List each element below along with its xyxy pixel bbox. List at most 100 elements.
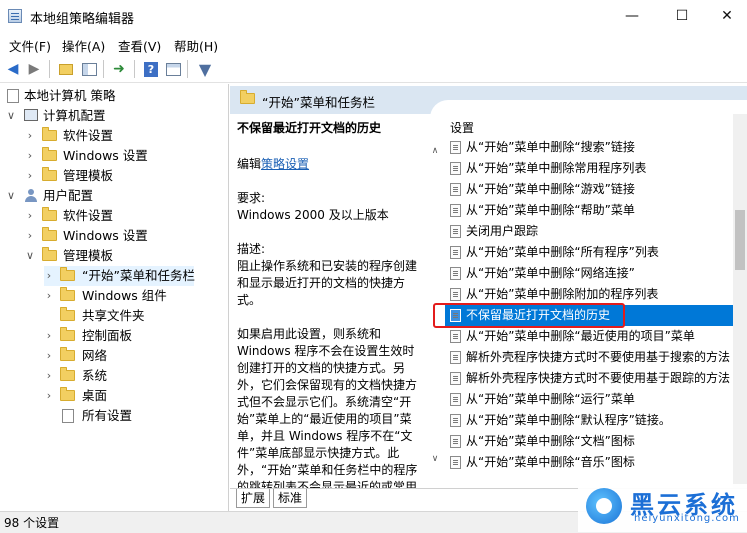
setting-row[interactable]: 从“开始”菜单中删除“网络连接”	[445, 263, 747, 284]
policy-document-icon	[7, 89, 19, 103]
tree-item-desktop[interactable]: › 桌面	[0, 386, 228, 406]
tree-item-all-settings[interactable]: 所有设置	[0, 406, 228, 426]
folder-icon	[60, 367, 75, 381]
tree-item-user-config[interactable]: ∨ 用户配置	[0, 186, 228, 206]
expand-chevron-icon[interactable]: ›	[25, 226, 35, 246]
back-icon[interactable]: ◀	[4, 60, 22, 78]
description-label: 描述:	[237, 242, 266, 256]
settings-scrollbar[interactable]	[733, 114, 747, 488]
tree-item-control-panel[interactable]: › 控制面板	[0, 326, 228, 346]
tab-extended[interactable]: 扩展	[236, 489, 271, 508]
tree-item-computer-config[interactable]: ∨ 计算机配置	[0, 106, 228, 126]
tab-standard[interactable]: 标准	[273, 489, 308, 508]
setting-label: 关闭用户跟踪	[466, 224, 539, 238]
scroll-up-icon[interactable]: ∧	[428, 146, 442, 156]
expand-chevron-icon[interactable]: ›	[44, 366, 54, 386]
expand-chevron-icon[interactable]: ›	[25, 206, 35, 226]
expand-chevron-icon[interactable]: ›	[44, 286, 54, 306]
setting-label: 从“开始”菜单中删除“默认程序”链接。	[466, 413, 671, 427]
tree-item-network[interactable]: › 网络	[0, 346, 228, 366]
policy-setting-icon	[450, 393, 461, 406]
tree-root[interactable]: 本地计算机 策略	[0, 86, 228, 106]
all-settings-icon	[62, 409, 74, 423]
expand-chevron-icon[interactable]: ›	[44, 326, 54, 346]
policy-setting-icon	[450, 246, 461, 259]
setting-row[interactable]: 从“开始”菜单中删除“文档”图标	[445, 431, 747, 452]
expand-chevron-icon[interactable]: ›	[25, 126, 35, 146]
tree-item-system[interactable]: › 系统	[0, 366, 228, 386]
tree-item-computer-windows[interactable]: › Windows 设置	[0, 146, 228, 166]
expand-chevron-icon[interactable]: ›	[25, 166, 35, 186]
menu-file[interactable]: 文件(F)	[9, 36, 51, 55]
close-button[interactable]: ✕	[704, 0, 747, 32]
setting-label: 从“开始”菜单中删除“网络连接”	[466, 266, 635, 280]
setting-row[interactable]: 从“开始”菜单中删除“帮助”菜单	[445, 200, 747, 221]
maximize-button[interactable]: ☐	[659, 0, 705, 32]
setting-row[interactable]: 从“开始”菜单中删除“默认程序”链接。	[445, 410, 747, 431]
description-text: 阻止操作系统和已安装的程序创建和显示最近打开的文档的快捷方式。	[237, 259, 418, 307]
settings-column-header[interactable]: 设置	[450, 119, 474, 136]
expand-chevron-icon[interactable]: ›	[25, 146, 35, 166]
setting-row[interactable]: 从“开始”菜单中删除“运行”菜单	[445, 389, 747, 410]
menu-view[interactable]: 查看(V)	[118, 36, 161, 55]
folder-icon	[42, 227, 57, 241]
settings-scrollbar-thumb[interactable]	[735, 210, 745, 270]
tree-item-user-windows[interactable]: › Windows 设置	[0, 226, 228, 246]
tree-item-computer-software[interactable]: › 软件设置	[0, 126, 228, 146]
folder-icon	[42, 207, 57, 221]
setting-row[interactable]: 从“开始”菜单中删除“最近使用的项目”菜单	[445, 326, 747, 347]
collapse-chevron-icon[interactable]: ∨	[25, 246, 35, 266]
toolbar-separator	[187, 60, 188, 78]
folder-icon	[60, 267, 75, 281]
setting-row[interactable]: 解析外壳程序快捷方式时不要使用基于跟踪的方法	[445, 368, 747, 389]
policy-setting-icon	[450, 225, 461, 238]
setting-row[interactable]: 从“开始”菜单中删除“游戏”链接	[445, 179, 747, 200]
tree-item-shared-folders[interactable]: 共享文件夹	[0, 306, 228, 326]
setting-row[interactable]: 从“开始”菜单中删除“所有程序”列表	[445, 242, 747, 263]
scroll-down-icon[interactable]: ∨	[428, 454, 442, 464]
expand-chevron-icon[interactable]: ›	[44, 266, 54, 286]
edit-policy-line: 编辑策略设置	[237, 157, 310, 171]
setting-label: 从“开始”菜单中删除“文档”图标	[466, 434, 635, 448]
filter-icon[interactable]: ▼	[196, 60, 214, 79]
expand-chevron-icon[interactable]: ›	[44, 386, 54, 406]
collapse-chevron-icon[interactable]: ∨	[6, 106, 16, 126]
folder-icon	[240, 90, 255, 104]
toolbar-separator	[49, 60, 50, 78]
properties-icon[interactable]	[164, 60, 182, 78]
policy-setting-icon	[450, 456, 461, 469]
forward-icon[interactable]: ▶	[25, 60, 43, 78]
tree-item-user-admin[interactable]: ∨ 管理模板	[0, 246, 228, 266]
setting-row[interactable]: 从“开始”菜单中删除“搜索”链接	[445, 137, 747, 158]
expand-chevron-icon[interactable]: ›	[44, 346, 54, 366]
setting-row[interactable]: 从“开始”菜单中删除“音乐”图标	[445, 452, 747, 473]
folder-icon	[60, 327, 75, 341]
minimize-button[interactable]: —	[609, 0, 655, 32]
setting-row[interactable]: 解析外壳程序快捷方式时不要使用基于搜索的方法	[445, 347, 747, 368]
menu-action[interactable]: 操作(A)	[62, 36, 105, 55]
tree-item-user-software[interactable]: › 软件设置	[0, 206, 228, 226]
tree-item-computer-admin[interactable]: › 管理模板	[0, 166, 228, 186]
export-icon[interactable]: ➜	[110, 60, 128, 78]
setting-label: 从“开始”菜单中删除“游戏”链接	[466, 182, 635, 196]
tree-item-windows-components[interactable]: › Windows 组件	[0, 286, 228, 306]
collapse-chevron-icon[interactable]: ∨	[6, 186, 16, 206]
folder-up-icon[interactable]	[57, 60, 75, 78]
help-icon[interactable]: ?	[142, 60, 160, 78]
folder-icon	[60, 307, 75, 321]
setting-label: 从“开始”菜单中删除“音乐”图标	[466, 455, 635, 469]
show-hide-tree-icon[interactable]	[80, 60, 98, 78]
policy-setting-icon	[450, 372, 461, 385]
setting-row[interactable]: 从“开始”菜单中删除附加的程序列表	[445, 284, 747, 305]
menu-bar	[0, 32, 747, 54]
setting-row[interactable]: 从“开始”菜单中删除常用程序列表	[445, 158, 747, 179]
requirements-value: Windows 2000 及以上版本	[237, 208, 389, 222]
tree-item-start-menu[interactable]: › “开始”菜单和任务栏	[44, 266, 195, 286]
folder-open-icon	[42, 247, 57, 261]
menu-help[interactable]: 帮助(H)	[174, 36, 218, 55]
policy-setting-icon	[450, 330, 461, 343]
edit-policy-link[interactable]: 策略设置	[261, 157, 309, 171]
setting-row[interactable]: 关闭用户跟踪	[445, 221, 747, 242]
policy-title: 不保留最近打开文档的历史	[237, 121, 382, 135]
folder-icon	[42, 127, 57, 141]
